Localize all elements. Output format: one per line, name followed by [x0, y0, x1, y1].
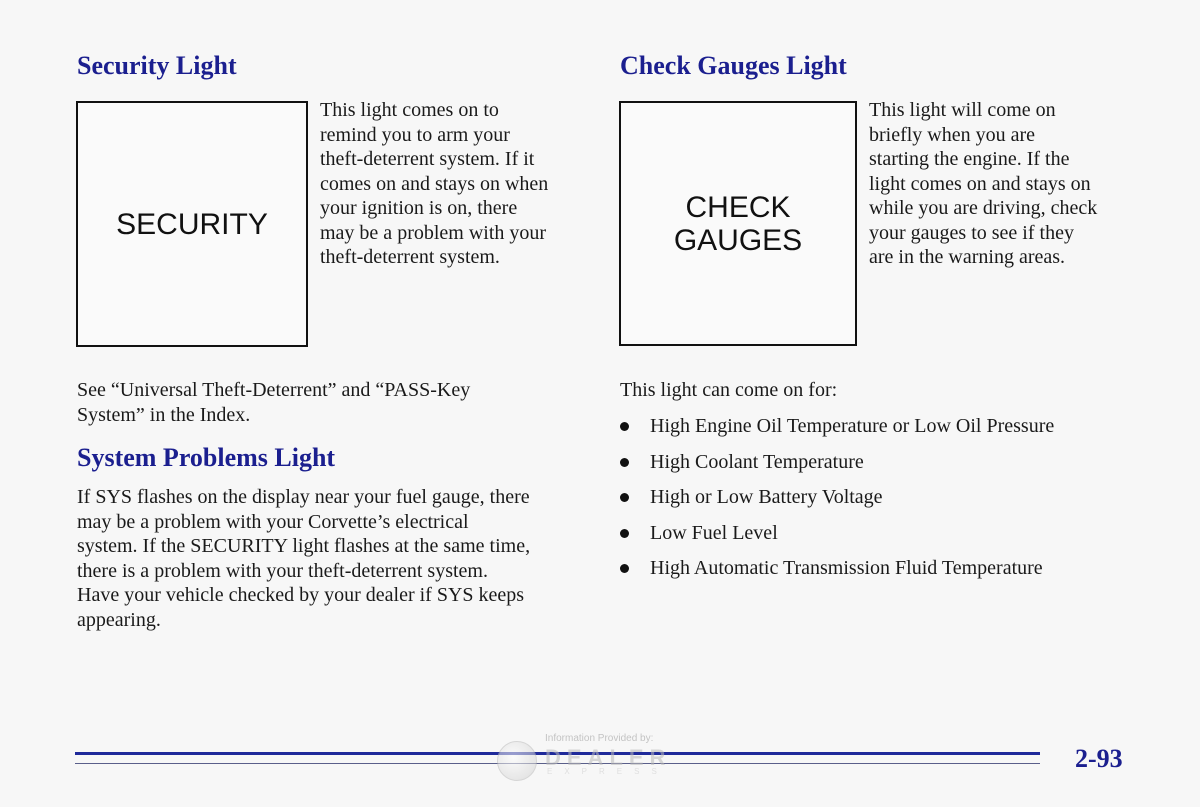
list-item-text: Low Fuel Level — [650, 521, 778, 544]
security-light-heading: Security Light — [77, 51, 237, 80]
security-see-also: See “Universal Theft-Deterrent” and “PAS… — [77, 378, 470, 427]
list-item: High Engine Oil Temperature or Low Oil P… — [620, 414, 1054, 450]
text-line: See “Universal Theft-Deterrent” and “PAS… — [77, 379, 471, 401]
check-gauges-lamp-label-line: GAUGES — [673, 223, 803, 257]
text-line: This light will come on — [869, 99, 1056, 121]
text-line: System” in the Index. — [77, 403, 251, 426]
text-line: appearing. — [77, 608, 161, 631]
text-line: If SYS flashes on the display near your … — [77, 486, 530, 508]
text-line: theft-deterrent system. — [320, 246, 500, 268]
list-item-text: High Coolant Temperature — [650, 450, 864, 473]
text-line: starting the engine. If the — [869, 148, 1070, 170]
text-line: remind you to arm your — [320, 123, 510, 146]
watermark-logo-icon — [497, 741, 537, 781]
list-item: High Automatic Transmission Fluid Temper… — [620, 556, 1054, 592]
security-light-description: This light comes on to remind you to arm… — [320, 98, 548, 270]
check-gauges-list-intro: This light can come on for: — [620, 379, 838, 401]
text-line: while you are driving, check — [869, 197, 1098, 219]
list-item-text: High Automatic Transmission Fluid Temper… — [650, 557, 1043, 579]
security-lamp-label: SECURITY — [116, 207, 268, 241]
text-line: are in the warning areas. — [869, 246, 1066, 268]
list-item: Low Fuel Level — [620, 521, 1054, 557]
text-line: comes on and stays on when — [320, 172, 549, 195]
list-item: High Coolant Temperature — [620, 450, 1054, 486]
bullet-icon — [620, 457, 629, 467]
text-line: briefly when you are — [869, 123, 1036, 146]
dealer-express-watermark: Information Provided by: DEALER EXPRESS — [497, 733, 697, 783]
list-item-text: High or Low Battery Voltage — [650, 486, 883, 508]
text-line: light comes on and stays on — [869, 172, 1091, 195]
text-line: your gauges to see if they — [869, 221, 1074, 244]
text-line: Have your vehicle checked by your dealer… — [77, 584, 525, 606]
page-number: 2-93 — [1075, 744, 1123, 773]
text-line: system. If the SECURITY light flashes at… — [77, 535, 531, 557]
text-line: there is a problem with your theft-deter… — [77, 559, 488, 582]
system-problems-heading: System Problems Light — [77, 443, 336, 472]
bullet-icon — [620, 564, 629, 573]
check-gauges-description: This light will come on briefly when you… — [869, 98, 1097, 270]
system-problems-body: If SYS flashes on the display near your … — [77, 485, 530, 632]
bullet-icon — [620, 528, 629, 538]
check-gauges-heading: Check Gauges Light — [620, 51, 847, 80]
text-line: your ignition is on, there — [320, 197, 518, 219]
text-line: may be a problem with your — [320, 221, 547, 244]
bullet-icon — [620, 422, 629, 431]
check-gauges-lamp-icon: CHECK GAUGES — [619, 101, 857, 346]
text-line: This light comes on to — [320, 99, 499, 121]
watermark-sub: EXPRESS — [547, 767, 669, 776]
bullet-icon — [620, 493, 629, 502]
text-line: may be a problem with your Corvette’s el… — [77, 510, 469, 533]
check-gauges-conditions-list: High Engine Oil Temperature or Low Oil P… — [620, 414, 1054, 592]
security-lamp-icon: SECURITY — [76, 101, 308, 347]
check-gauges-lamp-label-line: CHECK — [685, 190, 791, 224]
text-line: theft-deterrent system. If it — [320, 148, 535, 170]
watermark-caption: Information Provided by: — [545, 733, 654, 744]
list-item: High or Low Battery Voltage — [620, 485, 1054, 521]
list-item-text: High Engine Oil Temperature or Low Oil P… — [650, 415, 1055, 437]
